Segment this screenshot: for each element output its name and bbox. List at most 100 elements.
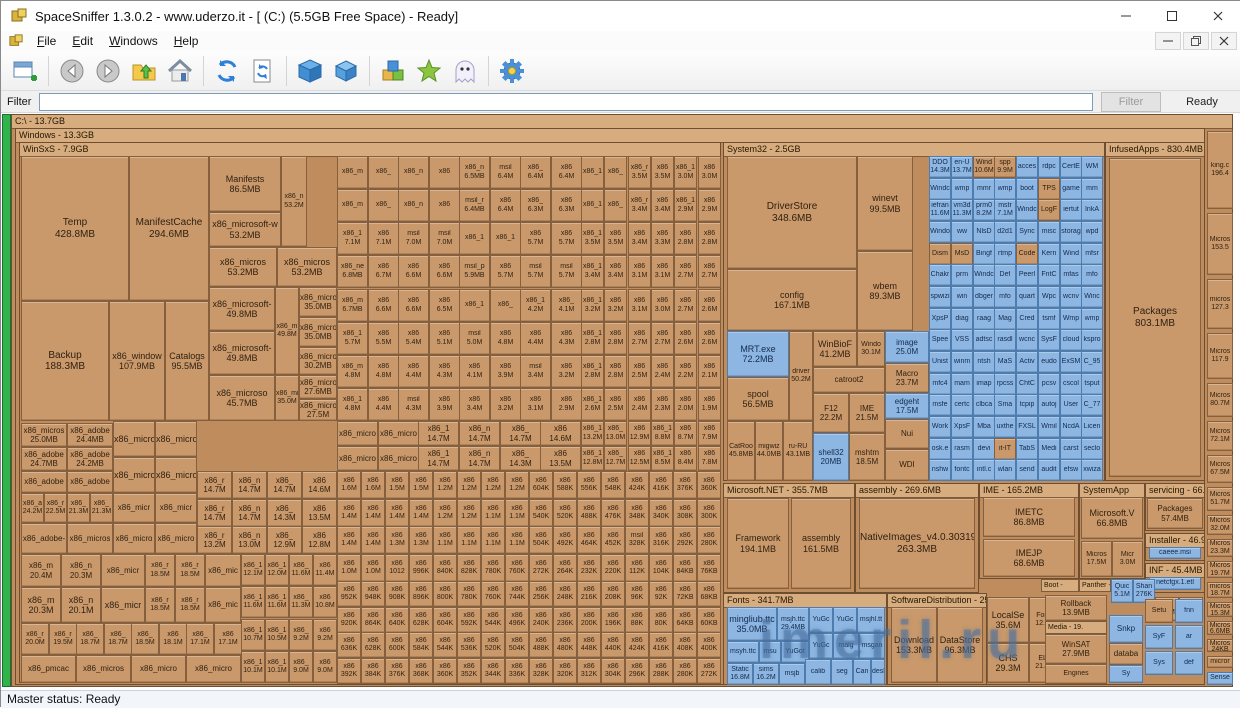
treemap-file[interactable]: ar [1175,625,1203,649]
treemap-folder[interactable]: x86_1 3.4M [581,255,604,288]
treemap-file[interactable]: Sync [1016,221,1038,243]
treemap-folder[interactable]: x86 216K [577,581,601,607]
treemap-folder[interactable]: x86_micros35.0MB [299,317,337,347]
treemap-file[interactable]: dbger [973,286,995,308]
treemap-folder[interactable]: x86_r 18.5M [145,587,175,623]
treemap-file[interactable]: winm [951,351,973,373]
treemap-folder[interactable]: x86 1.4M [361,526,385,554]
mdi-minimize-button[interactable] [1155,32,1181,50]
treemap-folder[interactable]: x86_18.5M [651,446,674,471]
treemap-folder[interactable]: x86_r 18.5M [145,554,175,587]
treemap-folder[interactable]: msil 5.7M [520,255,551,288]
treemap-folder[interactable]: x86_micr [155,493,197,523]
treemap-folder[interactable]: x86_ [604,189,627,222]
treemap-file[interactable]: C_77 [1081,394,1103,416]
treemap-folder[interactable]: Dism [929,243,951,265]
treemap-folder[interactable]: x86_1 12.0M [265,554,289,586]
treemap-file[interactable]: WM [1081,156,1103,178]
treemap-folder[interactable]: x86 488K [577,499,601,527]
treemap-folder[interactable]: x86_adobe 24.2MB [67,447,113,471]
treemap-folder[interactable]: Micros 32.0M [1207,515,1233,535]
treemap-file[interactable]: rtmp [994,243,1016,265]
treemap-folder[interactable]: x86 800K [433,581,457,607]
treemap-folder[interactable]: x86 1.3M [385,526,409,554]
treemap-file[interactable]: Sma [994,394,1016,416]
treemap-folder[interactable]: x86 5.5M [368,322,399,355]
tag-star-icon[interactable] [411,53,447,89]
treemap-folder[interactable]: x86 448K [577,632,601,658]
treemap-folder[interactable]: x86 8.4M [674,446,697,471]
treemap-folder[interactable]: Micros 67.5M [1207,455,1233,483]
treemap-folder[interactable]: x86_1 4.8M [337,388,368,421]
treemap-folder[interactable]: x86_m 49.8M [275,287,299,375]
treemap-folder[interactable]: x86 272K [697,658,721,684]
treemap-folder[interactable]: x86_micros 53.2MB [209,247,277,287]
treemap-folder[interactable]: x86_1 11.6M [265,586,289,618]
treemap-file[interactable]: mfas [1060,264,1082,286]
treemap-folder[interactable]: x86 504K [529,526,553,554]
treemap-folder[interactable]: x86 18.1M [159,623,187,655]
treemap-folder[interactable]: x86 536K [457,632,481,658]
treemap-file[interactable]: nshw [929,459,951,481]
treemap-folder[interactable]: x86 5.4M [398,322,429,355]
treemap-folder[interactable]: x86 256K [529,581,553,607]
treemap-file[interactable]: rpcss [994,373,1016,395]
treemap-folder[interactable]: x86 1.5M [385,471,409,499]
treemap-folder[interactable]: x86 3.3M [651,222,674,255]
treemap-folder[interactable]: x86 2.2M [674,355,697,388]
treemap-folder[interactable]: x86_mic [205,587,241,623]
ghost-filter-icon[interactable] [447,53,483,89]
treemap-folder[interactable]: x86 13.5M [540,446,581,471]
treemap-folder[interactable]: x86 88K [625,607,649,633]
treemap-folder[interactable]: x86 1.9M [698,388,721,421]
treemap-folder[interactable]: WinBioF 41.2MB [813,331,857,367]
treemap-file[interactable]: NcdA [1060,416,1082,438]
treemap-folder[interactable]: x86 5.7M [490,255,521,288]
treemap-folder[interactable]: x86 1.3M [409,526,433,554]
treemap-folder[interactable]: x86_ 6.4M [520,156,551,189]
treemap-container-header[interactable]: System32 - 2.5GB [724,143,1104,157]
treemap-file[interactable]: raag [973,308,995,330]
treemap-file[interactable]: Sy [1109,665,1143,683]
treemap-folder[interactable]: x86_m 20.4M [21,554,61,587]
treemap-folder[interactable]: x86 1.2M [505,471,529,499]
treemap-folder[interactable]: Micros 72.1M [1207,421,1233,451]
treemap-folder[interactable]: x86_pmcac [21,655,76,683]
treemap-file[interactable]: game [1060,178,1082,200]
filter-button[interactable]: Filter [1101,91,1161,112]
treemap-file[interactable]: tsmf [1038,308,1060,330]
treemap-file[interactable]: C_95 [1081,351,1103,373]
treemap-file[interactable]: wpd [1081,221,1103,243]
treemap-folder[interactable]: x86_1 14.7M [418,421,459,446]
treemap-file[interactable]: Snkp [1109,615,1143,643]
treemap-file[interactable]: msu [759,641,781,663]
treemap-folder[interactable]: x86_micro 27.5M [299,399,337,421]
treemap-file[interactable]: image 25.0M [885,331,929,363]
treemap-folder[interactable]: x86 780K [457,581,481,607]
refresh-all-icon[interactable] [209,53,245,89]
treemap-folder[interactable]: x86 296K [625,658,649,684]
treemap-folder[interactable]: F12 22.2M [813,393,849,433]
treemap-file[interactable]: Sense [1207,672,1233,685]
treemap-folder[interactable]: Catalogs 95.5MB [165,301,209,421]
treemap-folder[interactable]: x86_a 24.2M [21,493,44,523]
treemap-folder[interactable]: x86_m [337,156,368,189]
treemap-folder[interactable]: MsD [951,243,973,265]
treemap-folder[interactable]: LogF [1038,199,1060,221]
treemap-folder[interactable]: x86 6.6M [398,255,429,288]
treemap-file[interactable]: Wmil [1038,416,1060,438]
treemap-folder[interactable]: x86_microso 45.7MB [209,375,275,421]
treemap-file[interactable]: wmp [994,178,1016,200]
treemap-folder[interactable]: x86_ [604,156,627,189]
treemap-folder[interactable]: x86_m 20.3M [21,587,61,623]
treemap-folder[interactable]: x86 236K [553,607,577,633]
treemap-folder[interactable]: x86 744K [505,581,529,607]
treemap-file[interactable]: cloud [1060,329,1082,351]
treemap-file[interactable]: msjh.ttc 29.4MB [777,607,809,641]
treemap-folder[interactable]: x86_17.1M [186,623,214,655]
treemap-folder[interactable]: x86 14.6M [302,471,337,499]
treemap-file[interactable]: prm0 8.2M [973,199,995,221]
treemap-file[interactable]: Mba [973,416,995,438]
treemap-folder[interactable]: x86 2.0M [674,388,697,421]
treemap-folder[interactable]: DataStore 96.3MB [937,607,983,683]
